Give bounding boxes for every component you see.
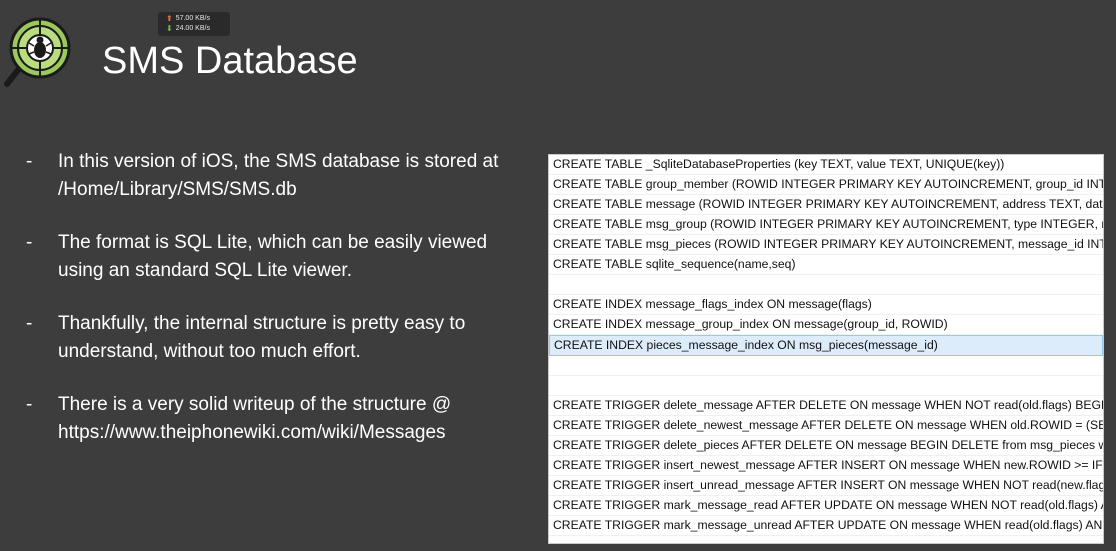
sql-row[interactable]: CREATE TRIGGER delete_pieces AFTER DELET…: [549, 436, 1103, 456]
network-speed-widget: ⬆ 57.00 KB/s ⬇ 24.00 KB/s: [158, 12, 230, 36]
sql-row[interactable]: CREATE TABLE msg_group (ROWID INTEGER PR…: [549, 215, 1103, 235]
sql-row[interactable]: CREATE TRIGGER mark_message_unread AFTER…: [549, 516, 1103, 536]
upload-arrow-icon: ⬆: [166, 14, 173, 23]
sql-row-selected[interactable]: CREATE INDEX pieces_message_index ON msg…: [549, 335, 1103, 356]
sql-row[interactable]: CREATE TABLE msg_pieces (ROWID INTEGER P…: [549, 235, 1103, 255]
sql-row[interactable]: CREATE TABLE sqlite_sequence(name,seq): [549, 255, 1103, 275]
bullet-text: The format is SQL Lite, which can be eas…: [58, 232, 488, 281]
bullet-dash: -: [26, 151, 33, 172]
bullet-dash: -: [26, 313, 33, 334]
sql-row[interactable]: CREATE TRIGGER delete_newest_message AFT…: [549, 416, 1103, 436]
sql-row[interactable]: CREATE TABLE group_member (ROWID INTEGER…: [549, 175, 1103, 195]
bullet-list: - In this version of iOS, the SMS databas…: [26, 148, 536, 472]
sql-row-empty[interactable]: [549, 356, 1103, 376]
page-title: SMS Database: [102, 40, 358, 82]
sql-row-empty[interactable]: [549, 275, 1103, 295]
bullet-item: - There is a very solid writeup of the st…: [26, 391, 536, 447]
sql-row[interactable]: CREATE TABLE _SqliteDatabaseProperties (…: [549, 155, 1103, 175]
bullet-text: Thankfully, the internal structure is pr…: [58, 313, 466, 362]
bug-magnifier-logo-icon: [4, 17, 71, 87]
sql-row-empty[interactable]: [549, 376, 1103, 396]
sql-row[interactable]: CREATE TRIGGER insert_newest_message AFT…: [549, 456, 1103, 476]
sql-row[interactable]: CREATE TRIGGER insert_unread_message AFT…: [549, 476, 1103, 496]
bullet-text: In this version of iOS, the SMS database…: [58, 151, 499, 200]
upload-speed: 57.00 KB/s: [175, 15, 210, 22]
sql-row[interactable]: CREATE INDEX message_flags_index ON mess…: [549, 295, 1103, 315]
bullet-text: There is a very solid writeup of the str…: [58, 394, 452, 443]
bullet-item: - The format is SQL Lite, which can be ea…: [26, 229, 536, 285]
download-arrow-icon: ⬇: [166, 24, 173, 33]
sql-row[interactable]: CREATE TABLE message (ROWID INTEGER PRIM…: [549, 195, 1103, 215]
bullet-item: - Thankfully, the internal structure is p…: [26, 310, 536, 366]
sql-schema-list[interactable]: CREATE TABLE _SqliteDatabaseProperties (…: [548, 154, 1104, 544]
sql-row[interactable]: CREATE TRIGGER mark_message_read AFTER U…: [549, 496, 1103, 516]
bullet-item: - In this version of iOS, the SMS databas…: [26, 148, 536, 204]
bullet-dash: -: [26, 232, 33, 253]
sql-row[interactable]: CREATE TRIGGER delete_message AFTER DELE…: [549, 396, 1103, 416]
download-speed: 24.00 KB/s: [175, 25, 210, 32]
bullet-dash: -: [26, 394, 33, 415]
sql-row[interactable]: CREATE INDEX message_group_index ON mess…: [549, 315, 1103, 335]
